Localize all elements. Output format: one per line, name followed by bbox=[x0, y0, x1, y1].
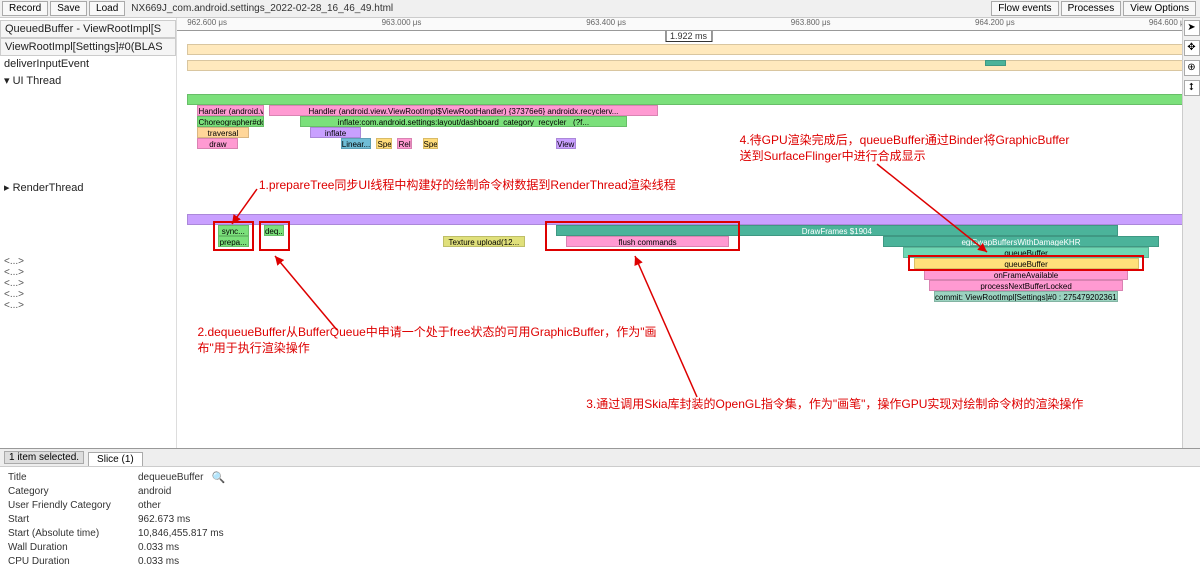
trace-bar[interactable]: Spe bbox=[376, 138, 391, 149]
sidebar-item-viewrootimpl[interactable]: ViewRootImpl[Settings]#0(BLAS bbox=[0, 38, 176, 56]
detail-key: Start bbox=[8, 513, 138, 527]
detail-key: CPU Duration bbox=[8, 555, 138, 569]
detail-val: 962.673 ms bbox=[138, 513, 190, 527]
trace-bar[interactable] bbox=[187, 60, 1190, 71]
record-button[interactable]: Record bbox=[2, 1, 48, 16]
trace-bar[interactable]: Linear... bbox=[341, 138, 372, 149]
pan-tool-icon[interactable]: ✥ bbox=[1184, 40, 1200, 56]
sidebar-dots[interactable]: <...> bbox=[0, 278, 176, 289]
flow-events-button[interactable]: Flow events bbox=[991, 1, 1058, 16]
selection-count: 1 item selected. bbox=[4, 451, 84, 464]
sidebar-dots[interactable]: <...> bbox=[0, 267, 176, 278]
detail-val: 0.033 ms bbox=[138, 541, 179, 555]
highlight-box bbox=[545, 221, 739, 251]
highlight-box bbox=[259, 221, 290, 251]
sidebar-item-ui-thread[interactable]: ▾ UI Thread bbox=[0, 72, 176, 89]
timing-tool-icon[interactable]: ⭥ bbox=[1184, 80, 1200, 96]
sidebar-dots[interactable]: <...> bbox=[0, 256, 176, 267]
annotation-text: 4.待GPU渲染完成后，queueBuffer通过Binder将GraphicB… bbox=[740, 132, 1170, 164]
sidebar: QueuedBuffer - ViewRootImpl[S ViewRootIm… bbox=[0, 18, 177, 448]
trace-bar[interactable]: View bbox=[556, 138, 576, 149]
detail-key: Wall Duration bbox=[8, 541, 138, 555]
annotation-text: 1.prepareTree同步UI线程中构建好的绘制命令树数据到RenderTh… bbox=[259, 177, 779, 193]
file-title: NX669J_com.android.settings_2022-02-28_1… bbox=[131, 3, 393, 14]
trace-bar[interactable]: inflate bbox=[310, 127, 361, 138]
sidebar-item-deliverinput[interactable]: deliverInputEvent bbox=[0, 56, 176, 72]
timeline-main[interactable]: 962.600 μs 963.000 μs 963.400 μs 963.800… bbox=[177, 18, 1200, 448]
trace-bar[interactable]: processNextBufferLocked bbox=[929, 280, 1123, 291]
annotation-text: 3.通过调用Skia库封装的OpenGL指令集，作为"画笔"，操作GPU实现对绘… bbox=[586, 396, 1106, 412]
trace-bar[interactable]: Handler (android.view.ViewRootImpl$ViewR… bbox=[269, 105, 658, 116]
detail-val: android bbox=[138, 485, 171, 499]
trace-bar[interactable] bbox=[985, 60, 1005, 66]
tool-rail: ➤ ✥ ⊕ ⭥ bbox=[1182, 18, 1200, 448]
toolbar: Record Save Load NX669J_com.android.sett… bbox=[0, 0, 1200, 18]
highlight-box bbox=[908, 255, 1143, 271]
detail-key: Category bbox=[8, 485, 138, 499]
annotation-text: 2.dequeueBuffer从BufferQueue中申请一个处于free状态… bbox=[197, 324, 677, 356]
sidebar-item-queuedbuffer[interactable]: QueuedBuffer - ViewRootImpl[S bbox=[0, 20, 176, 38]
detail-key: Start (Absolute time) bbox=[8, 527, 138, 541]
detail-val: other bbox=[138, 499, 161, 513]
pointer-tool-icon[interactable]: ➤ bbox=[1184, 20, 1200, 36]
trace-bar[interactable]: Rel bbox=[397, 138, 412, 149]
detail-val: dequeueBuffer bbox=[138, 471, 203, 485]
trace-bar[interactable]: Handler (android.v... bbox=[197, 105, 263, 116]
detail-key: User Friendly Category bbox=[8, 499, 138, 513]
trace-bar[interactable] bbox=[187, 94, 1190, 105]
trace-bar[interactable]: inflate:com.android.settings:layout/dash… bbox=[300, 116, 627, 127]
processes-button[interactable]: Processes bbox=[1061, 1, 1122, 16]
save-button[interactable]: Save bbox=[50, 1, 87, 16]
time-ruler: 962.600 μs 963.000 μs 963.400 μs 963.800… bbox=[177, 18, 1200, 31]
sidebar-item-render-thread[interactable]: ▸ RenderThread bbox=[0, 179, 176, 196]
search-icon[interactable]: 🔍 bbox=[211, 471, 225, 485]
trace-bar[interactable]: eglSwapBuffersWithDamageKHR bbox=[883, 236, 1159, 247]
detail-val: 10,846,455.817 ms bbox=[138, 527, 224, 541]
view-options-button[interactable]: View Options bbox=[1123, 1, 1196, 16]
trace-bar[interactable]: Texture upload(12... bbox=[443, 236, 525, 247]
sidebar-dots[interactable]: <...> bbox=[0, 300, 176, 311]
time-range-label: 1.922 ms bbox=[665, 31, 712, 42]
zoom-tool-icon[interactable]: ⊕ bbox=[1184, 60, 1200, 76]
tab-slice[interactable]: Slice (1) bbox=[88, 452, 143, 466]
trace-bar[interactable]: Choreographer#doF... bbox=[197, 116, 263, 127]
trace-bar[interactable]: commit: ViewRootImpl[Settings]#0 : 27547… bbox=[934, 291, 1118, 302]
load-button[interactable]: Load bbox=[89, 1, 125, 16]
details-panel: 1 item selected. Slice (1) TitledequeueB… bbox=[0, 448, 1200, 561]
sidebar-dots[interactable]: <...> bbox=[0, 289, 176, 300]
trace-bar[interactable]: traversal bbox=[197, 127, 248, 138]
detail-val: 0.033 ms bbox=[138, 555, 179, 569]
trace-bar[interactable] bbox=[187, 44, 1190, 55]
trace-bar[interactable]: draw bbox=[197, 138, 238, 149]
trace-bar[interactable]: Spe bbox=[423, 138, 438, 149]
detail-key: Title bbox=[8, 471, 138, 485]
highlight-box bbox=[213, 221, 254, 251]
